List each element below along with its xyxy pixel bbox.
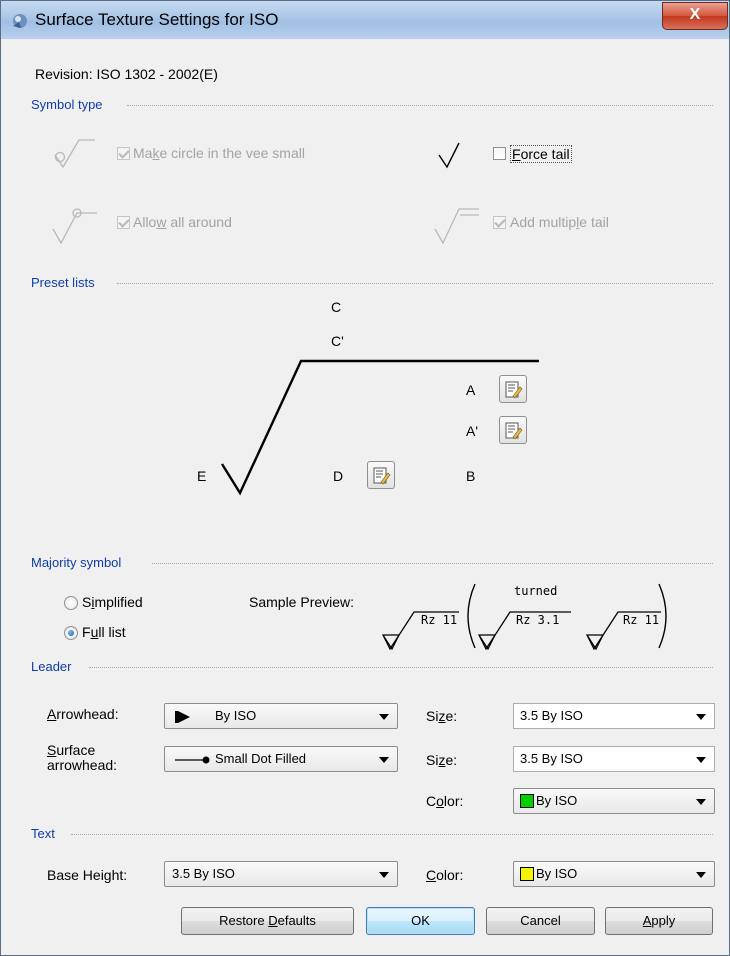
leader-color-dropdown[interactable]: By ISO — [513, 788, 715, 814]
surface-size-value: 3.5 By ISO — [520, 751, 583, 766]
base-height-dropdown[interactable]: 3.5 By ISO — [164, 861, 398, 887]
dialog-window: Surface Texture Settings for ISO X Revis… — [0, 0, 730, 956]
cancel-button[interactable]: Cancel — [486, 907, 595, 935]
leader-color-value: By ISO — [536, 793, 578, 808]
restore-defaults-button[interactable]: Restore Defaults — [181, 907, 354, 935]
group-divider — [89, 667, 713, 668]
window-title: Surface Texture Settings for ISO — [35, 10, 279, 29]
arrowhead-size-dropdown[interactable]: 3.5 By ISO — [513, 703, 715, 729]
arrowhead-size-value: 3.5 By ISO — [520, 708, 583, 723]
small-dot-filled-icon — [175, 756, 210, 764]
chevron-down-icon — [696, 872, 706, 878]
arrowhead-size-label: Size: — [426, 708, 458, 724]
text-color-dropdown[interactable]: By ISO — [513, 861, 715, 887]
surface-arrowhead-label: Surface arrowhead: — [47, 742, 118, 773]
arrowhead-label: Arrowhead: — [47, 706, 119, 722]
leader-group-title: Leader — [31, 659, 72, 674]
chevron-down-icon — [696, 714, 706, 720]
surface-arrowhead-dropdown[interactable]: Small Dot Filled — [164, 746, 398, 772]
arrowhead-value: By ISO — [215, 708, 257, 723]
chevron-down-icon — [379, 757, 389, 763]
text-group-title: Text — [31, 826, 55, 841]
text-color-label: Color: — [426, 867, 464, 883]
arrowhead-dropdown[interactable]: By ISO — [164, 703, 398, 729]
surface-arrowhead-value: Small Dot Filled — [215, 751, 307, 766]
dialog-body: Revision: ISO 1302 - 2002(E) Symbol type… — [9, 39, 721, 947]
surface-size-label: Size: — [426, 752, 458, 768]
group-divider — [71, 834, 713, 835]
filled-arrow-icon — [175, 711, 190, 723]
app-icon — [13, 14, 27, 28]
title-bar: Surface Texture Settings for ISO X — [1, 1, 729, 39]
base-height-label: Base Height: — [47, 867, 128, 883]
preview-right-value: Rz 11 — [623, 613, 660, 627]
text-color-value: By ISO — [536, 866, 578, 881]
preview-left-value: Rz 11 — [421, 613, 458, 627]
preview-turned-label: turned — [514, 584, 558, 598]
base-height-value: 3.5 By ISO — [172, 866, 235, 881]
chevron-down-icon — [696, 799, 706, 805]
chevron-down-icon — [379, 872, 389, 878]
apply-button[interactable]: Apply — [605, 907, 713, 935]
surface-size-dropdown[interactable]: 3.5 By ISO — [513, 746, 715, 772]
color-swatch — [520, 867, 534, 881]
color-swatch — [520, 794, 534, 808]
chevron-down-icon — [379, 714, 389, 720]
chevron-down-icon — [696, 757, 706, 763]
ok-button[interactable]: OK — [366, 907, 475, 935]
close-button[interactable]: X — [662, 2, 728, 30]
preview-mid-value: Rz 3.1 — [516, 613, 560, 627]
leader-color-label: Color: — [426, 793, 464, 809]
